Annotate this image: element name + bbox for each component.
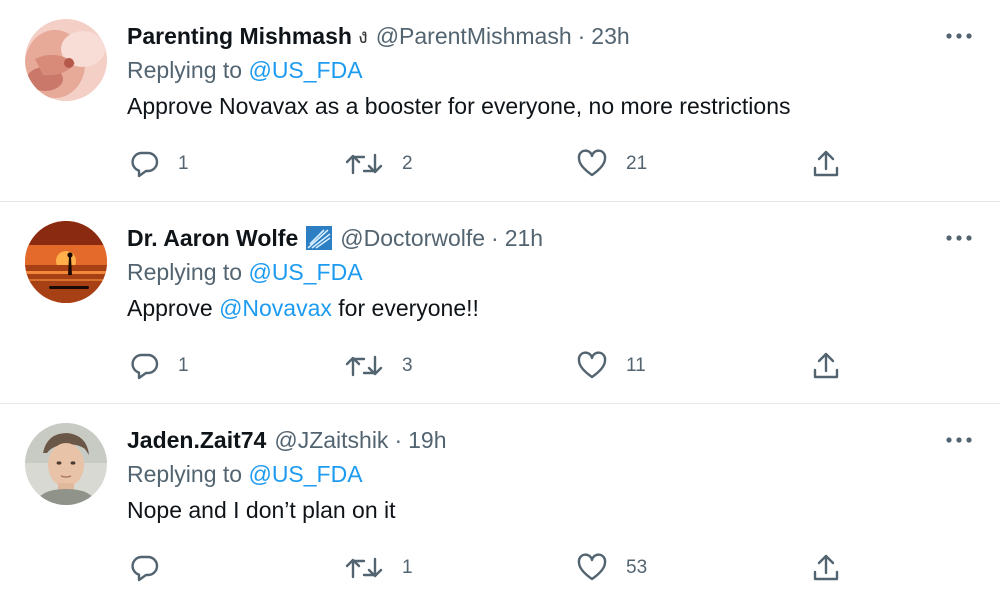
sunset-paddleboard-avatar-icon: [25, 221, 107, 303]
replying-to-mention[interactable]: @US_FDA: [248, 461, 362, 487]
display-name[interactable]: Jaden.Zait74: [127, 427, 266, 454]
reply-button[interactable]: [128, 550, 178, 586]
reply-icon: [131, 555, 159, 582]
tweet[interactable]: Parenting Mishmash ง @ParentMishmash · 2…: [0, 0, 1000, 202]
replying-to-label: Replying to: [127, 57, 243, 83]
tweet-text-after: for everyone!!: [338, 295, 479, 321]
reply-button[interactable]: 1: [128, 348, 189, 384]
retweet-button[interactable]: 1: [344, 550, 413, 586]
replying-to-label: Replying to: [127, 461, 243, 487]
timestamp[interactable]: 21h: [505, 225, 543, 252]
hand-photo-avatar-icon: [25, 19, 107, 101]
timestamp[interactable]: 19h: [408, 427, 446, 454]
retweet-count: 2: [402, 153, 413, 174]
like-count: 11: [626, 355, 646, 376]
replying-to: Replying to @US_FDA: [127, 461, 363, 488]
separator-dot: ·: [394, 426, 403, 453]
share-icon: [813, 150, 839, 177]
like-button[interactable]: 11: [576, 348, 646, 384]
tweet[interactable]: Jaden.Zait74 @JZaitshik · 19h Replying t…: [0, 404, 1000, 603]
tweet-header: Jaden.Zait74 @JZaitshik · 19h: [127, 424, 446, 456]
replying-to-mention[interactable]: @US_FDA: [248, 259, 362, 285]
avatar[interactable]: [25, 221, 107, 303]
tweet-text-content: Approve Novavax as a booster for everyon…: [127, 93, 791, 119]
like-button[interactable]: 21: [576, 146, 647, 182]
share-button[interactable]: [810, 348, 842, 384]
separator-dot: ·: [491, 224, 499, 251]
heart-icon: [577, 553, 607, 581]
tweet-text: Approve Novavax as a booster for everyon…: [127, 93, 791, 120]
tweet-text: Approve @Novavax for everyone!!: [127, 295, 479, 322]
more-options-icon[interactable]: [944, 426, 974, 454]
display-name[interactable]: Dr. Aaron Wolfe: [127, 225, 298, 252]
handle[interactable]: @Doctorwolfe: [340, 225, 485, 252]
tweet-mention[interactable]: @Novavax: [219, 295, 332, 321]
replying-to-label: Replying to: [127, 259, 243, 285]
separator-dot: ·: [577, 22, 586, 49]
name-emoji: ง: [357, 26, 368, 48]
reply-icon: [131, 353, 159, 380]
like-count: 21: [626, 153, 648, 174]
reply-count: 1: [178, 355, 189, 376]
heart-icon: [577, 149, 607, 177]
replying-to: Replying to @US_FDA: [127, 57, 363, 84]
more-options-icon[interactable]: [944, 224, 974, 252]
blue-badge-icon: [306, 226, 333, 250]
replying-to: Replying to @US_FDA: [127, 259, 363, 286]
retweet-count: 3: [402, 355, 413, 376]
tweet-text-content: Nope and I don’t plan on it: [127, 497, 396, 523]
avatar[interactable]: [25, 423, 107, 505]
replying-to-mention[interactable]: @US_FDA: [248, 57, 362, 83]
share-icon: [813, 554, 839, 581]
retweet-button[interactable]: 2: [344, 146, 413, 182]
avatar[interactable]: [25, 19, 107, 101]
retweet-count: 1: [402, 557, 413, 578]
action-bar: 1 3 11: [0, 348, 1000, 384]
like-button[interactable]: 53: [576, 550, 647, 586]
action-bar: 1 53: [0, 550, 1000, 586]
action-bar: 1 2 21: [0, 146, 1000, 182]
reply-button[interactable]: 1: [128, 146, 189, 182]
tweet[interactable]: Dr. Aaron Wolfe @Doctorwolfe · 21h Reply…: [0, 202, 1000, 404]
tweet-header: Parenting Mishmash ง @ParentMishmash · 2…: [127, 20, 630, 52]
more-options-icon[interactable]: [944, 22, 974, 50]
tweet-text: Nope and I don’t plan on it: [127, 497, 396, 524]
retweet-icon: [345, 557, 383, 579]
share-button[interactable]: [810, 550, 842, 586]
retweet-icon: [345, 153, 383, 175]
tweet-header: Dr. Aaron Wolfe @Doctorwolfe · 21h: [127, 222, 543, 254]
display-name[interactable]: Parenting Mishmash: [127, 23, 352, 50]
like-count: 53: [626, 557, 648, 578]
retweet-icon: [345, 355, 383, 377]
tweet-feed: Parenting Mishmash ง @ParentMishmash · 2…: [0, 0, 1000, 605]
timestamp[interactable]: 23h: [591, 23, 629, 50]
person-photo-avatar-icon: [25, 423, 107, 505]
handle[interactable]: @ParentMishmash: [376, 23, 572, 50]
handle[interactable]: @JZaitshik: [274, 427, 388, 454]
retweet-button[interactable]: 3: [344, 348, 413, 384]
reply-icon: [131, 151, 159, 178]
share-icon: [813, 352, 839, 379]
share-button[interactable]: [810, 146, 842, 182]
tweet-text-before: Approve: [127, 295, 213, 321]
reply-count: 1: [178, 153, 189, 174]
heart-icon: [577, 351, 607, 379]
